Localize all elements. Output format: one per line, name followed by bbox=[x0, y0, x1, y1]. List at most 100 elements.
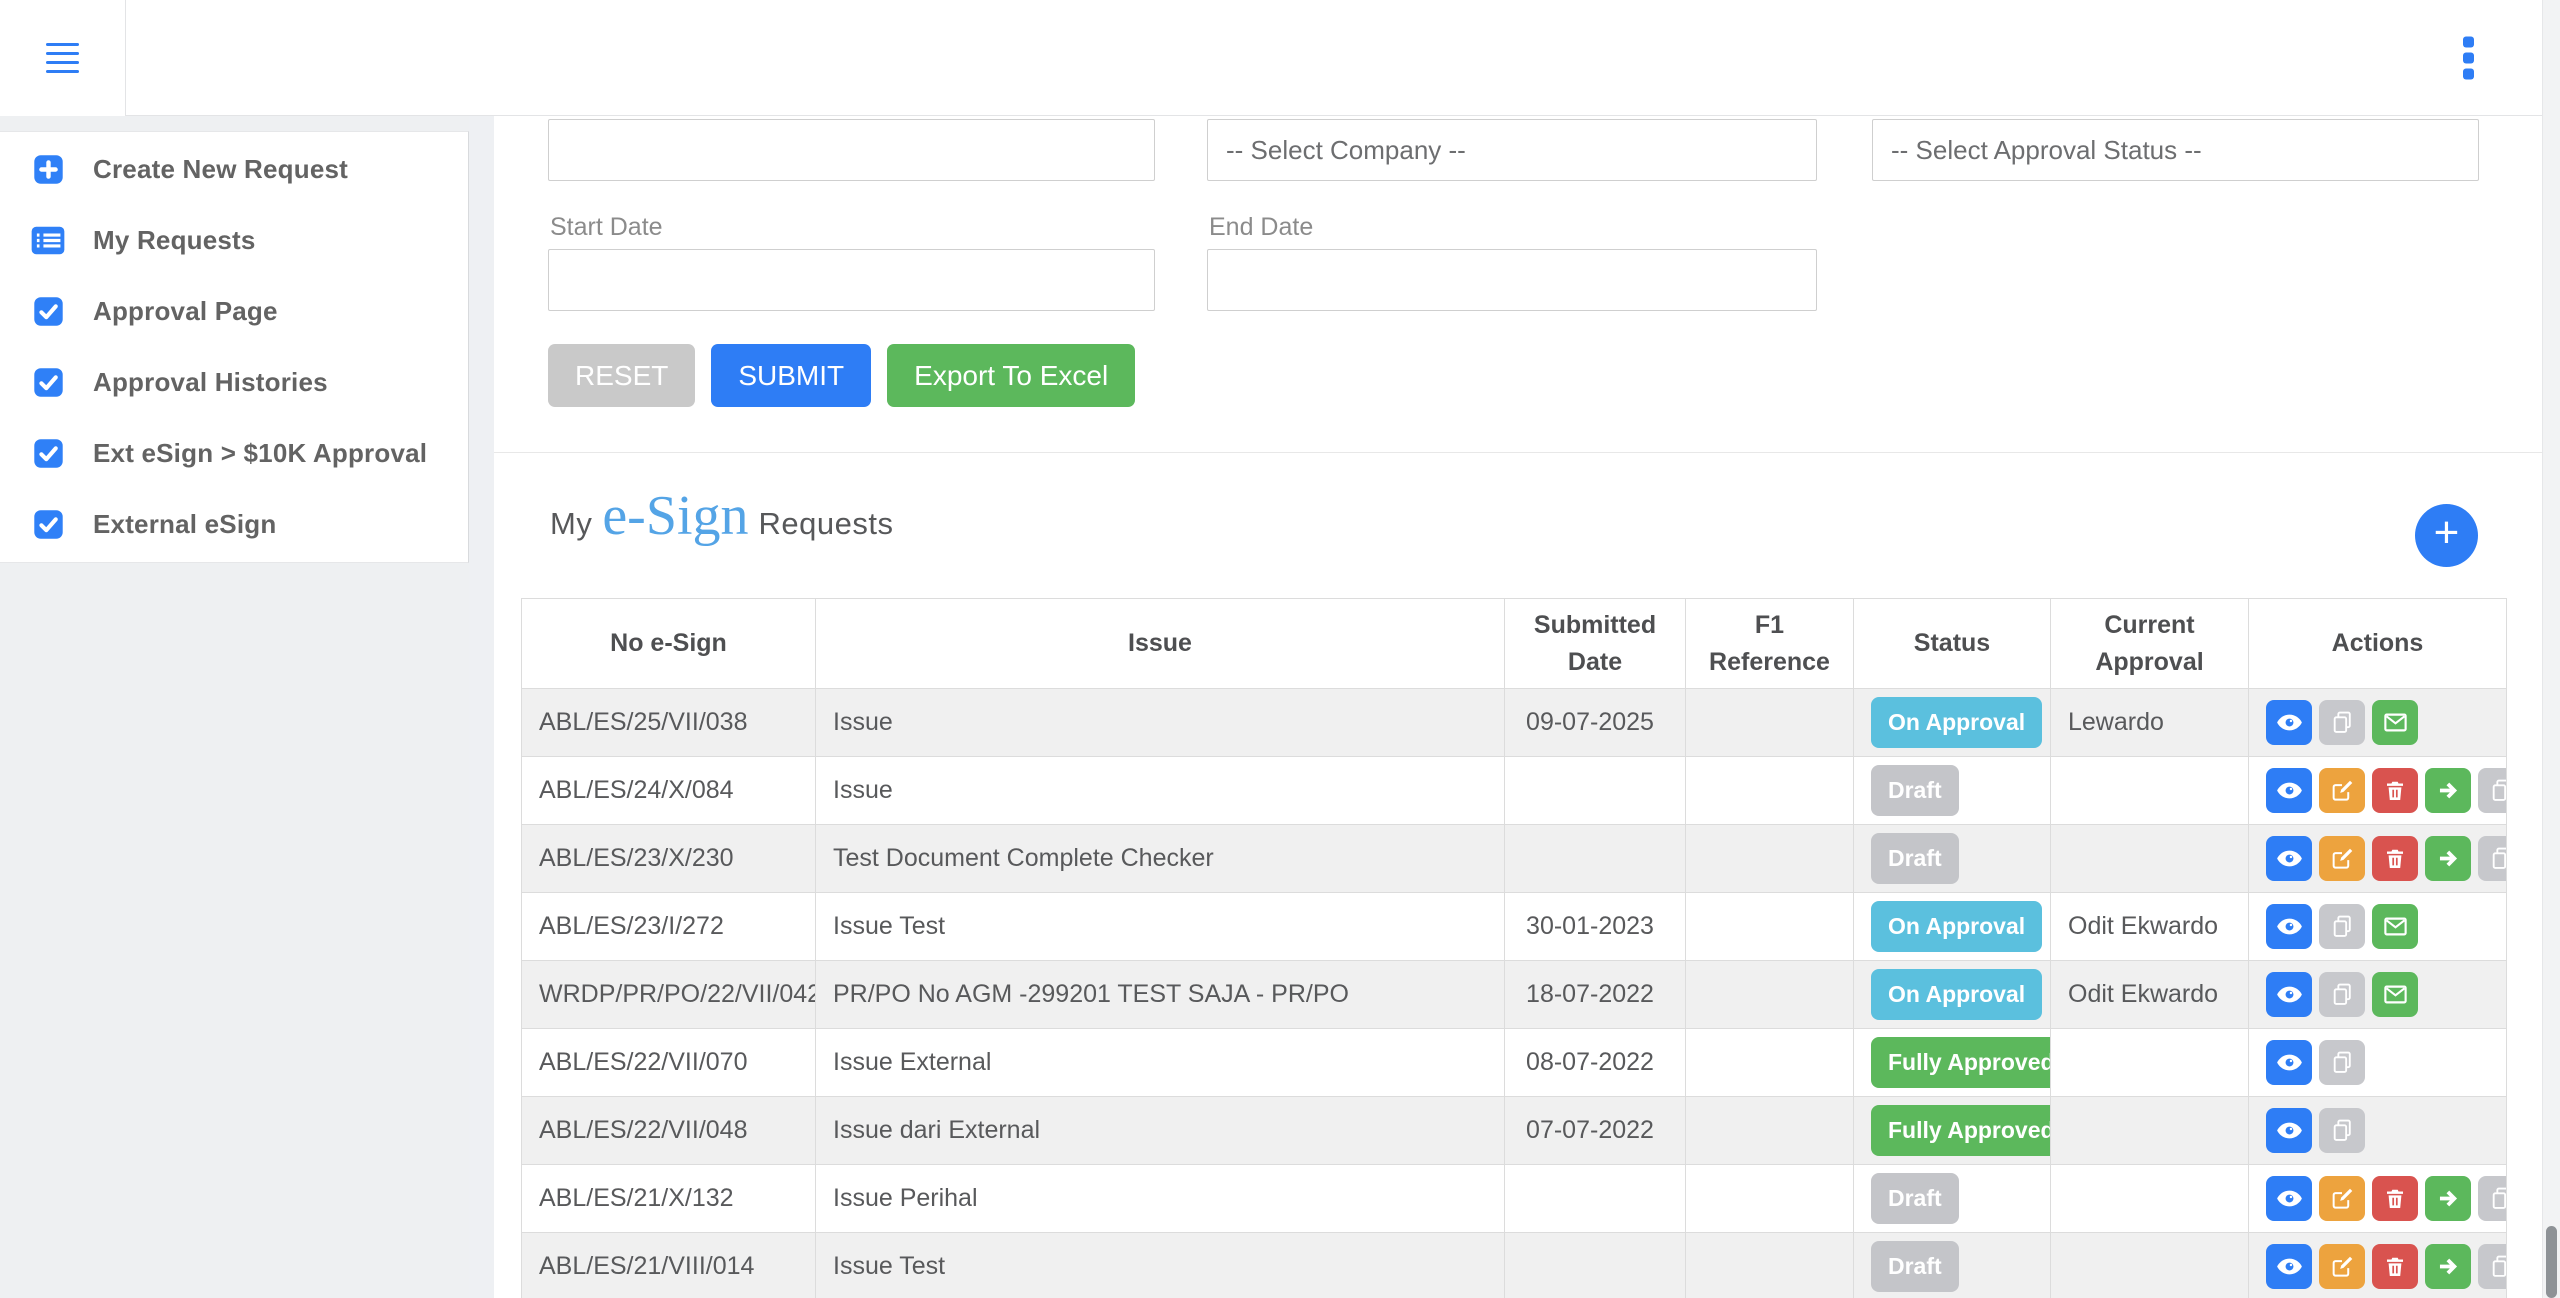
check-square-icon bbox=[31, 296, 65, 327]
send-mail-button[interactable] bbox=[2372, 904, 2418, 949]
vertical-scrollbar[interactable] bbox=[2542, 0, 2560, 1298]
table-row: ABL/ES/23/I/272Issue Test30-01-2023On Ap… bbox=[522, 893, 2507, 961]
cell-submitted-date bbox=[1505, 757, 1686, 825]
copy-button[interactable] bbox=[2319, 1108, 2365, 1153]
submit-button[interactable]: SUBMIT bbox=[711, 344, 871, 407]
text-filter-input[interactable] bbox=[548, 119, 1155, 181]
copy-button[interactable] bbox=[2478, 768, 2507, 813]
approval-status-select[interactable]: -- Select Approval Status -- bbox=[1872, 119, 2479, 181]
cell-submitted-date: 18-07-2022 bbox=[1505, 961, 1686, 1029]
top-header bbox=[0, 0, 2560, 116]
sidebar-item-external-esign[interactable]: External eSign bbox=[0, 489, 468, 560]
forward-button[interactable] bbox=[2425, 768, 2471, 813]
copy-icon bbox=[2330, 982, 2355, 1007]
delete-button[interactable] bbox=[2372, 1176, 2418, 1221]
cell-submitted-date bbox=[1505, 1233, 1686, 1298]
requests-table: No e-SignIssueSubmitted DateF1 Reference… bbox=[521, 598, 2507, 1298]
cell-current-approval: Odit Ekwardo bbox=[2051, 961, 2249, 1029]
cell-current-approval bbox=[2051, 1029, 2249, 1097]
scrollbar-thumb[interactable] bbox=[2546, 1226, 2557, 1298]
add-request-button[interactable]: + bbox=[2415, 504, 2478, 567]
copy-button[interactable] bbox=[2319, 904, 2365, 949]
view-button[interactable] bbox=[2266, 904, 2312, 949]
sidebar-item-approval-histories[interactable]: Approval Histories bbox=[0, 347, 468, 418]
sidebar: Create New Request My RequestsApproval Pa… bbox=[0, 116, 469, 1298]
sidebar-item-create-new-request[interactable]: Create New Request bbox=[0, 134, 468, 205]
view-button[interactable] bbox=[2266, 1244, 2312, 1289]
sidebar-item-label: Create New Request bbox=[93, 154, 348, 185]
start-date-input[interactable] bbox=[548, 249, 1155, 311]
view-button[interactable] bbox=[2266, 1108, 2312, 1153]
cell-no-esign: ABL/ES/23/X/230 bbox=[522, 825, 816, 893]
cell-f1-reference bbox=[1686, 961, 1854, 1029]
cell-f1-reference bbox=[1686, 893, 1854, 961]
copy-button[interactable] bbox=[2478, 836, 2507, 881]
sidebar-toggle-button[interactable] bbox=[0, 0, 126, 116]
view-button[interactable] bbox=[2266, 768, 2312, 813]
copy-button[interactable] bbox=[2478, 1176, 2507, 1221]
start-date-label: Start Date bbox=[550, 213, 663, 242]
send-mail-button[interactable] bbox=[2372, 700, 2418, 745]
action-buttons bbox=[2266, 1176, 2496, 1221]
copy-button[interactable] bbox=[2319, 700, 2365, 745]
view-button[interactable] bbox=[2266, 972, 2312, 1017]
edit-button[interactable] bbox=[2319, 1244, 2365, 1289]
forward-button[interactable] bbox=[2425, 1244, 2471, 1289]
cell-submitted-date: 07-07-2022 bbox=[1505, 1097, 1686, 1165]
delete-button[interactable] bbox=[2372, 1244, 2418, 1289]
eye-icon bbox=[2276, 981, 2303, 1008]
delete-button[interactable] bbox=[2372, 836, 2418, 881]
column-header: Status bbox=[1854, 599, 2051, 689]
cell-current-approval bbox=[2051, 1097, 2249, 1165]
end-date-input[interactable] bbox=[1207, 249, 1817, 311]
export-to-excel-button[interactable]: Export To Excel bbox=[887, 344, 1135, 407]
reset-button[interactable]: RESET bbox=[548, 344, 695, 407]
cell-actions bbox=[2249, 1233, 2507, 1298]
view-button[interactable] bbox=[2266, 1176, 2312, 1221]
cell-actions bbox=[2249, 1097, 2507, 1165]
copy-icon bbox=[2330, 710, 2355, 735]
sidebar-item-my-requests[interactable]: My Requests bbox=[0, 205, 468, 276]
copy-icon bbox=[2489, 1254, 2507, 1279]
status-badge: Fully Approved bbox=[1871, 1105, 2051, 1156]
column-header: Actions bbox=[2249, 599, 2507, 689]
cell-status: Draft bbox=[1854, 1233, 2051, 1298]
cell-current-approval bbox=[2051, 1165, 2249, 1233]
edit-button[interactable] bbox=[2319, 1176, 2365, 1221]
kebab-menu-button[interactable] bbox=[2463, 36, 2474, 79]
cell-actions bbox=[2249, 825, 2507, 893]
edit-button[interactable] bbox=[2319, 836, 2365, 881]
forward-button[interactable] bbox=[2425, 1176, 2471, 1221]
envelope-icon bbox=[2382, 981, 2409, 1008]
view-button[interactable] bbox=[2266, 836, 2312, 881]
arrow-right-icon bbox=[2436, 1254, 2461, 1279]
cell-f1-reference bbox=[1686, 1097, 1854, 1165]
copy-button[interactable] bbox=[2319, 972, 2365, 1017]
sidebar-item-label: External eSign bbox=[93, 509, 276, 540]
action-buttons bbox=[2266, 1040, 2496, 1085]
copy-button[interactable] bbox=[2319, 1040, 2365, 1085]
company-select[interactable]: -- Select Company -- bbox=[1207, 119, 1817, 181]
list-icon bbox=[31, 226, 65, 255]
edit-button[interactable] bbox=[2319, 768, 2365, 813]
check-square-icon bbox=[31, 438, 65, 469]
view-button[interactable] bbox=[2266, 700, 2312, 745]
cell-submitted-date: 30-01-2023 bbox=[1505, 893, 1686, 961]
sidebar-item-approval-page[interactable]: Approval Page bbox=[0, 276, 468, 347]
view-button[interactable] bbox=[2266, 1040, 2312, 1085]
cell-current-approval: Odit Ekwardo bbox=[2051, 893, 2249, 961]
delete-button[interactable] bbox=[2372, 768, 2418, 813]
send-mail-button[interactable] bbox=[2372, 972, 2418, 1017]
status-badge: On Approval bbox=[1871, 901, 2042, 952]
main-content: -- Select Company -- -- Select Approval … bbox=[494, 116, 2542, 1298]
edit-icon bbox=[2330, 846, 2355, 871]
hamburger-icon bbox=[46, 43, 79, 73]
forward-button[interactable] bbox=[2425, 836, 2471, 881]
trash-icon bbox=[2383, 1255, 2407, 1279]
copy-button[interactable] bbox=[2478, 1244, 2507, 1289]
cell-issue: Issue Perihal bbox=[816, 1165, 1505, 1233]
cell-actions bbox=[2249, 1029, 2507, 1097]
cell-status: On Approval bbox=[1854, 893, 2051, 961]
cell-f1-reference bbox=[1686, 1029, 1854, 1097]
sidebar-item-ext-esign-10k-approval[interactable]: Ext eSign > $10K Approval bbox=[0, 418, 468, 489]
